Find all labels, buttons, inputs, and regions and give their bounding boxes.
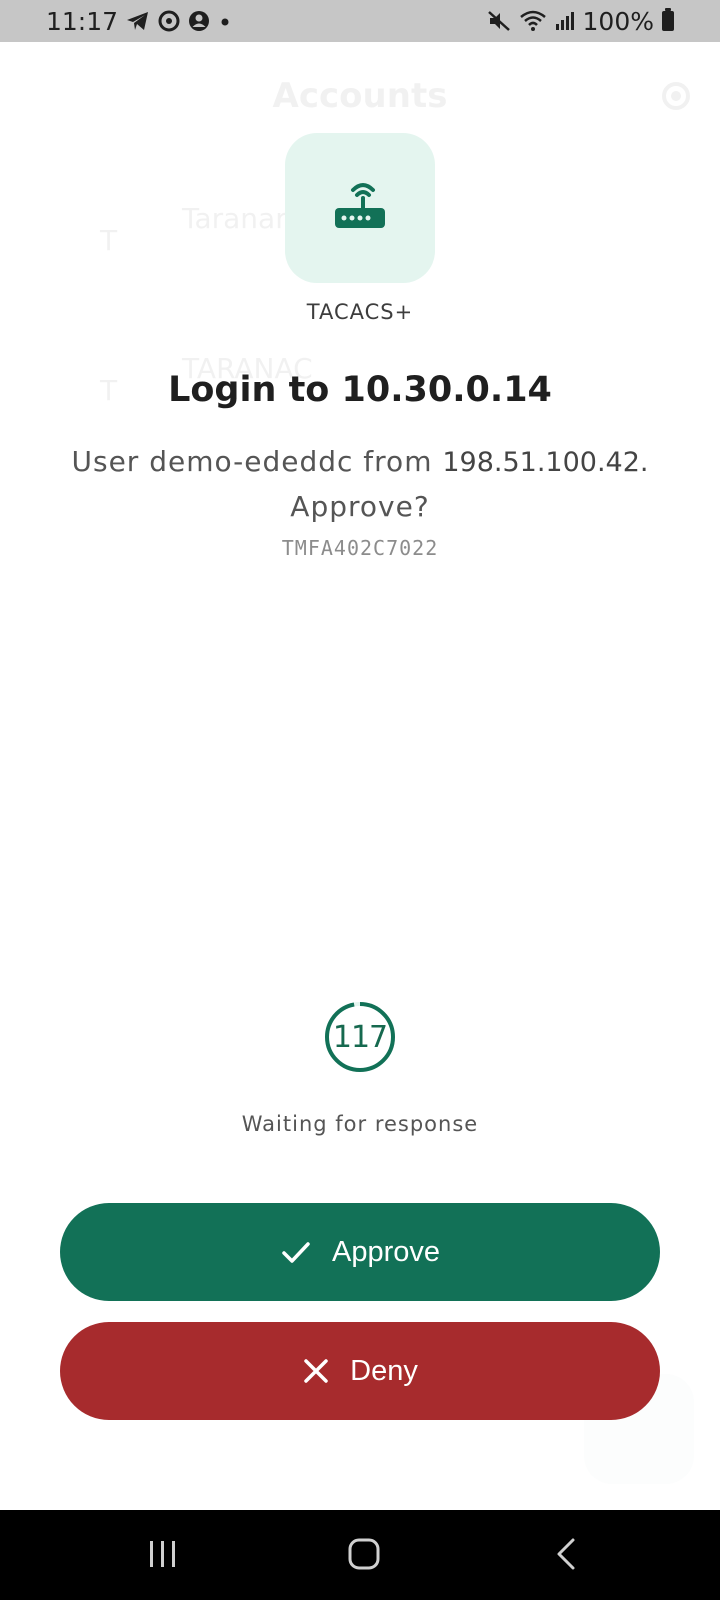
login-message: User demo-ededdc from 198.51.100.42. App… [60,440,660,529]
deny-button[interactable]: Deny [60,1322,660,1420]
back-button[interactable] [526,1528,606,1584]
deny-label: Deny [350,1354,418,1387]
home-button[interactable] [324,1528,404,1584]
recents-icon [147,1539,179,1573]
login-message-prefix: User demo-ededdc from [71,445,433,478]
battery-icon [662,8,674,31]
back-icon [554,1537,578,1575]
waiting-status: Waiting for response [241,1112,479,1136]
check-icon [280,1236,312,1268]
status-time: 11:17 [46,6,119,36]
app-tile [285,133,435,283]
status-right: 100% [487,7,674,36]
login-question: Approve? [290,490,430,523]
navigation-bar [0,1510,720,1600]
countdown-timer: 117 [324,1001,396,1073]
sync-icon [158,10,180,32]
signal-icon [555,10,575,32]
battery-percent: 100% [582,6,654,36]
status-left: 11:17 [46,7,232,36]
close-icon [302,1357,330,1385]
recents-button[interactable] [123,1528,203,1584]
approve-label: Approve [331,1235,440,1268]
notification-dot-icon [218,10,232,32]
gear-icon [658,78,694,118]
countdown-seconds: 117 [332,1019,388,1055]
wifi-icon [519,10,547,32]
background-title: Accounts [272,76,448,116]
home-icon [348,1538,380,1574]
mute-icon [487,10,511,32]
telegram-icon [126,10,150,32]
account-row-icon: T [100,224,118,257]
login-title: Login to 10.30.0.14 [168,370,552,410]
app-name: TACACS+ [306,300,414,324]
login-source-ip: 198.51.100.42. [442,447,649,478]
account-icon [188,10,210,32]
background-account-name: Taranar [182,202,287,235]
router-icon [330,176,390,240]
request-code: TMFA402C7022 [281,536,439,560]
approve-button[interactable]: Approve [60,1203,660,1301]
status-bar: 11:17 100% [0,0,720,42]
